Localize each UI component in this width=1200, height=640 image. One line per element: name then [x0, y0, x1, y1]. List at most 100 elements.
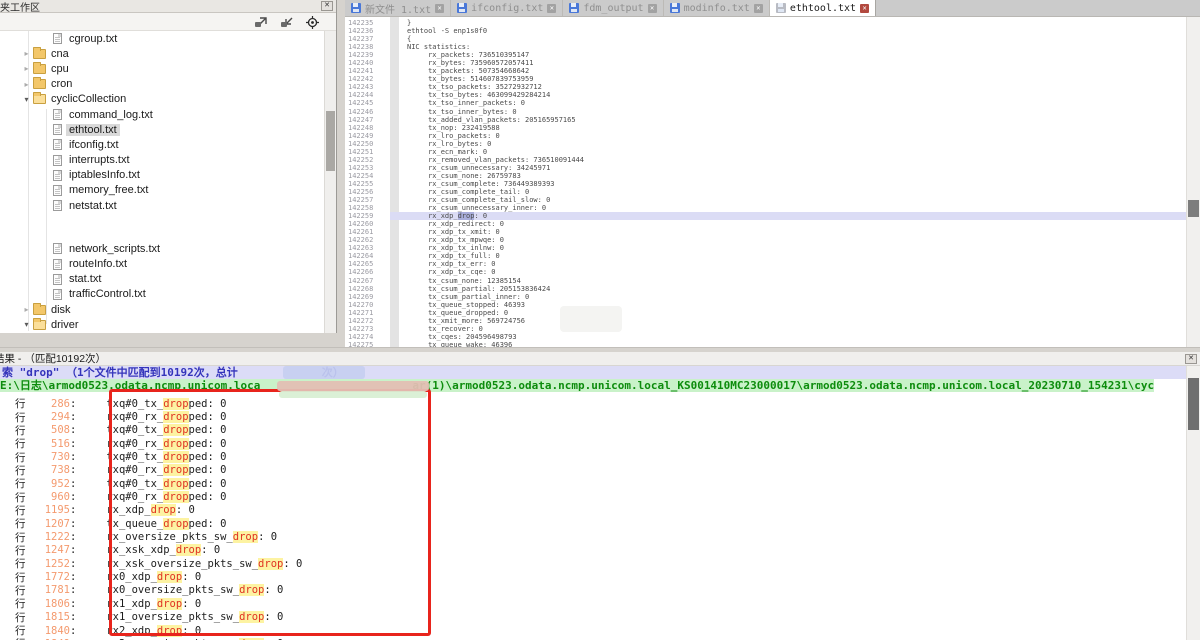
- result-row[interactable]: 行1815:rx1_oversize_pkts_sw_drop: 0: [0, 611, 1186, 624]
- tree-item-command_log.txt[interactable]: command_log.txt: [0, 107, 324, 122]
- match-highlight: drop: [163, 518, 188, 530]
- line-text: rx_packets: 736510395147: [390, 51, 1186, 59]
- line-text: rx_lro_packets: 0: [390, 132, 1186, 140]
- tree-item-memory_free.txt[interactable]: memory_free.txt: [0, 183, 324, 198]
- editor-scrollbar-thumb[interactable]: [1188, 200, 1199, 217]
- tree-item-cna[interactable]: ▸cna: [0, 46, 324, 61]
- result-row[interactable]: 行508:txq#0_tx_dropped: 0: [0, 424, 1186, 437]
- result-row[interactable]: 行1222:rx_oversize_pkts_sw_drop: 0: [0, 530, 1186, 543]
- tree-item-network_scripts.txt[interactable]: network_scripts.txt: [0, 241, 324, 256]
- tree-scrollbar-thumb[interactable]: [326, 111, 335, 171]
- result-row[interactable]: 行730:txq#0_tx_dropped: 0: [0, 450, 1186, 463]
- save-icon: [351, 3, 361, 13]
- result-line-number: 1815: [28, 611, 70, 623]
- tab-ethtool.txt[interactable]: ethtool.txt✕: [770, 0, 876, 16]
- tab-ifconfig.txt[interactable]: ifconfig.txt ✕: [451, 0, 563, 16]
- tab-close-icon[interactable]: ✕: [547, 4, 556, 13]
- tree-item-label: interrupts.txt: [66, 154, 133, 166]
- tree-item-label: ethtool.txt: [66, 124, 120, 136]
- sync-in-icon[interactable]: [280, 16, 294, 28]
- line-number: 142275: [345, 341, 390, 347]
- tree-item-disk[interactable]: ▸disk: [0, 302, 324, 317]
- result-row[interactable]: 行960:rxq#0_rx_dropped: 0: [0, 490, 1186, 503]
- tree-item-cyclicCollection[interactable]: ▾cyclicCollection: [0, 92, 324, 107]
- results-header: 结果 - （匹配10192次） ✕: [0, 352, 1200, 366]
- tree-item-cpu[interactable]: ▸cpu: [0, 61, 324, 76]
- tab-close-icon[interactable]: ✕: [754, 4, 763, 13]
- tree-item-lsmod.txt[interactable]: lsmod.txt: [0, 332, 324, 333]
- colon: :: [70, 558, 76, 570]
- tree-item-ifconfig.txt[interactable]: ifconfig.txt: [0, 137, 324, 152]
- result-row[interactable]: 行1207:tx_queue_dropped: 0: [0, 517, 1186, 530]
- line-number: 142255: [345, 180, 390, 188]
- tree-item-iptablesInfo.txt[interactable]: iptablesInfo.txt: [0, 168, 324, 183]
- sync-out-icon[interactable]: [254, 16, 268, 28]
- result-row[interactable]: 行1840:rx2_xdp_drop: 0: [0, 624, 1186, 637]
- line-number: 142246: [345, 108, 390, 116]
- result-row[interactable]: 行1781:rx0_oversize_pkts_sw_drop: 0: [0, 584, 1186, 597]
- locate-file-icon[interactable]: [306, 16, 320, 28]
- result-row[interactable]: 行1772:rx0_xdp_drop: 0: [0, 570, 1186, 583]
- editor-line: 142258 rx_csum_unnecessary_inner: 0: [345, 204, 1186, 212]
- save-icon: [457, 3, 467, 13]
- result-row[interactable]: 行516:rxq#0_rx_dropped: 0: [0, 437, 1186, 450]
- tab-close-icon[interactable]: ✕: [648, 4, 657, 13]
- results-scrollbar[interactable]: [1186, 366, 1200, 640]
- result-file-path[interactable]: E:\日志\armod0523.odata.ncmp.unicom.locaar…: [0, 379, 1200, 392]
- tree-item-netstat.txt[interactable]: netstat.txt: [0, 198, 324, 213]
- result-row[interactable]: 行738:rxq#0_rx_dropped: 0: [0, 464, 1186, 477]
- result-row[interactable]: 行952:txq#0_tx_dropped: 0: [0, 477, 1186, 490]
- line-text: tx_tso_bytes: 463099429284214: [390, 91, 1186, 99]
- tree-item-label: cpu: [48, 63, 72, 75]
- colon: :: [70, 571, 76, 583]
- file-icon: [53, 200, 62, 211]
- result-row[interactable]: 行1195:rx_xdp_drop: 0: [0, 504, 1186, 517]
- line-text: tx_tso_inner_bytes: 0: [390, 108, 1186, 116]
- result-text: rx_xsk_oversize_pkts_sw_drop: 0: [106, 558, 302, 570]
- tree-item-stat.txt[interactable]: stat.txt: [0, 272, 324, 287]
- tree-item-trafficControl.txt[interactable]: trafficControl.txt: [0, 287, 324, 302]
- tab-modinfo.txt[interactable]: modinfo.txt✕: [664, 0, 770, 16]
- editor-scrollbar[interactable]: [1186, 17, 1200, 347]
- colon: :: [70, 625, 76, 637]
- tab-fdm_output[interactable]: fdm_output✕: [563, 0, 663, 16]
- colon: :: [70, 451, 76, 463]
- tree-item-ethtool.txt[interactable]: ethtool.txt: [0, 122, 324, 137]
- match-highlight: drop: [176, 544, 201, 556]
- result-row[interactable]: 行1806:rx1_xdp_drop: 0: [0, 597, 1186, 610]
- line-number: 142241: [345, 67, 390, 75]
- result-line-number: 738: [28, 464, 70, 476]
- tree-item-driver[interactable]: ▾driver: [0, 317, 324, 332]
- tree-scrollbar[interactable]: [324, 31, 336, 333]
- tab--1.txt[interactable]: 新文件 1.txt✕: [345, 0, 451, 16]
- file-icon: [53, 274, 62, 285]
- redaction-blob: [560, 306, 622, 332]
- workspace-close-button[interactable]: ✕: [321, 1, 333, 11]
- result-row[interactable]: 行1252:rx_xsk_oversize_pkts_sw_drop: 0: [0, 557, 1186, 570]
- path-suffix: ar(1)\armod0523.odata.ncmp.unicom.local_…: [412, 379, 1154, 392]
- tree-item-cron[interactable]: ▸cron: [0, 77, 324, 92]
- result-line-number: 952: [28, 478, 70, 490]
- tab-close-icon[interactable]: ✕: [860, 4, 869, 13]
- file-icon: [53, 139, 62, 150]
- tab-close-icon[interactable]: ✕: [435, 4, 444, 13]
- result-row[interactable]: 行294:rxq#0_rx_dropped: 0: [0, 410, 1186, 423]
- line-text: tx_queue_dropped: 0: [390, 309, 1186, 317]
- file-icon: [53, 170, 62, 181]
- match-highlight: drop: [163, 478, 188, 490]
- colon: :: [70, 491, 76, 503]
- line-number: 142247: [345, 116, 390, 124]
- line-number: 142242: [345, 75, 390, 83]
- result-row[interactable]: 行1247:rx_xsk_xdp_drop: 0: [0, 544, 1186, 557]
- tab-label: ifconfig.txt: [471, 3, 543, 14]
- results-scrollbar-thumb[interactable]: [1188, 378, 1199, 430]
- vertical-splitter[interactable]: [338, 0, 345, 347]
- result-row[interactable]: 行286:txq#0_tx_dropped: 0: [0, 397, 1186, 410]
- tree-item-cgroup.txt[interactable]: cgroup.txt: [0, 31, 324, 46]
- tree-item-routeInfo.txt[interactable]: routeInfo.txt: [0, 256, 324, 271]
- line-number: 142248: [345, 124, 390, 132]
- editor-line: 142242 tx_bytes: 514607839753959: [345, 75, 1186, 83]
- results-close-button[interactable]: ✕: [1185, 354, 1197, 364]
- editor-text-area[interactable]: 142235}142236ethtool -S enp1s0f0142237{1…: [345, 17, 1186, 347]
- tree-item-interrupts.txt[interactable]: interrupts.txt: [0, 153, 324, 168]
